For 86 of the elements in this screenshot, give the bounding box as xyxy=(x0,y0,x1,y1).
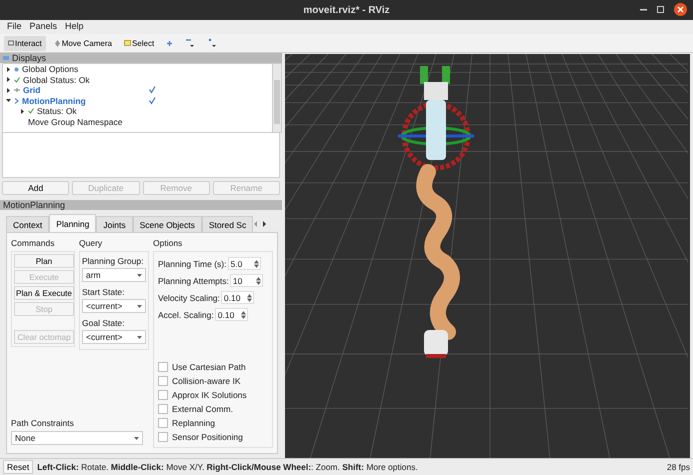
checkbox-label: Replanning xyxy=(172,418,216,428)
tab[interactable]: Stored Sc xyxy=(202,216,254,232)
tree-item[interactable]: Global Status: Ok xyxy=(23,74,90,85)
menu-item[interactable]: Panels xyxy=(28,21,58,33)
panel-button[interactable]: Add xyxy=(2,181,70,195)
tree-item[interactable]: MotionPlanning xyxy=(22,96,86,106)
window-title: moveit.rviz* - RViz xyxy=(303,4,390,16)
scrollbar[interactable] xyxy=(272,64,281,132)
checkbox-label: Collision-aware IK xyxy=(172,376,240,386)
spin-box[interactable]: 5.0 xyxy=(228,257,260,270)
dropdown[interactable]: arm xyxy=(82,268,146,282)
field-label: Start State: xyxy=(82,287,126,297)
section-title: Query xyxy=(79,238,104,248)
expand-arrow-icon[interactable] xyxy=(20,108,25,114)
checkbox[interactable] xyxy=(158,376,168,386)
command-button[interactable]: Plan & Execute xyxy=(14,286,74,300)
tree-item[interactable]: Move Group Namespace xyxy=(28,116,122,127)
dot-icon xyxy=(14,66,19,72)
checkbox[interactable] xyxy=(148,86,156,94)
maximize-icon[interactable] xyxy=(657,6,664,13)
tree-item[interactable]: Status: Ok xyxy=(37,106,77,116)
move-icon xyxy=(54,40,61,46)
point-icon xyxy=(207,38,218,48)
plugin-icon xyxy=(14,98,19,104)
section-title: Commands xyxy=(11,238,56,248)
panel-title: Displays xyxy=(12,53,46,63)
dropdown-arrow-icon xyxy=(137,336,142,338)
checkbox-label: External Comm. xyxy=(172,404,233,414)
checkbox[interactable] xyxy=(158,418,168,428)
tree-item[interactable]: Grid xyxy=(23,85,40,96)
minimize-icon[interactable] xyxy=(640,8,647,10)
tool-button[interactable]: Move Camera xyxy=(50,36,116,50)
checkbox[interactable] xyxy=(148,96,156,105)
tool-button[interactable]: Interact xyxy=(4,36,46,50)
panel-title: MotionPlanning xyxy=(3,200,66,210)
spin-box[interactable]: 0.10 xyxy=(214,308,248,321)
field-label: Planning Group: xyxy=(82,256,144,266)
plus-icon xyxy=(166,40,174,46)
close-icon[interactable] xyxy=(674,3,687,16)
reset-button[interactable]: Reset xyxy=(3,460,34,474)
field-label: Path Constraints xyxy=(11,418,75,428)
dropdown[interactable]: None xyxy=(11,431,143,445)
grid-icon xyxy=(14,88,20,92)
tab[interactable]: Planning xyxy=(49,214,96,232)
select-icon xyxy=(124,40,131,46)
collapse-arrow-icon[interactable] xyxy=(6,98,11,104)
dropdown[interactable]: <current> xyxy=(82,299,146,313)
spin-arrows-icon xyxy=(240,310,246,318)
tab-scroll-arrows-icon[interactable] xyxy=(253,220,268,228)
dropdown-arrow-icon xyxy=(137,304,142,308)
tab[interactable]: Scene Objects xyxy=(132,216,202,232)
tab[interactable]: Context xyxy=(6,216,50,232)
checkbox[interactable] xyxy=(158,362,168,372)
spin-arrows-icon xyxy=(246,294,252,302)
field-label: Planning Attempts: xyxy=(158,276,229,286)
dropdown-arrow-icon xyxy=(134,436,139,440)
checkbox[interactable] xyxy=(158,404,168,414)
tree-item[interactable]: Global Options xyxy=(22,64,78,74)
checkbox[interactable] xyxy=(158,390,168,400)
menu-item[interactable]: File xyxy=(6,21,23,33)
fps-counter: 28 fps xyxy=(666,462,690,472)
field-label: Accel. Scaling: xyxy=(158,310,214,320)
check-icon xyxy=(28,108,34,114)
spin-arrows-icon xyxy=(254,260,258,268)
section-title: Options xyxy=(153,238,184,248)
tool-button[interactable]: Select xyxy=(120,36,158,50)
tab[interactable]: Joints xyxy=(96,216,133,232)
minus-icon xyxy=(185,38,196,48)
field-label: Velocity Scaling: xyxy=(158,292,220,302)
spin-box[interactable]: 0.10 xyxy=(220,291,254,304)
monitor-icon xyxy=(3,56,9,60)
cursor-icon xyxy=(8,40,14,46)
checkbox-label: Sensor Positioning xyxy=(172,432,243,442)
status-hint: Left-Click: Rotate. Middle-Click: Move X/Y. Right-Click/Mouse Wheel:: Zoom. Shift: More options. xyxy=(37,462,419,472)
field-label: Goal State: xyxy=(82,318,126,328)
spin-box[interactable]: 10 xyxy=(230,274,263,287)
checkbox-label: Approx IK Solutions xyxy=(172,390,247,400)
checkbox-label: Use Cartesian Path xyxy=(172,362,246,372)
dropdown-arrow-icon xyxy=(137,274,142,276)
spin-arrows-icon xyxy=(256,276,261,284)
field-label: Planning Time (s): xyxy=(158,258,226,268)
menu-item[interactable]: Help xyxy=(64,21,85,33)
check-icon xyxy=(14,76,20,83)
dropdown[interactable]: <current> xyxy=(82,330,146,344)
command-button[interactable]: Plan xyxy=(14,254,74,268)
checkbox[interactable] xyxy=(158,432,168,442)
